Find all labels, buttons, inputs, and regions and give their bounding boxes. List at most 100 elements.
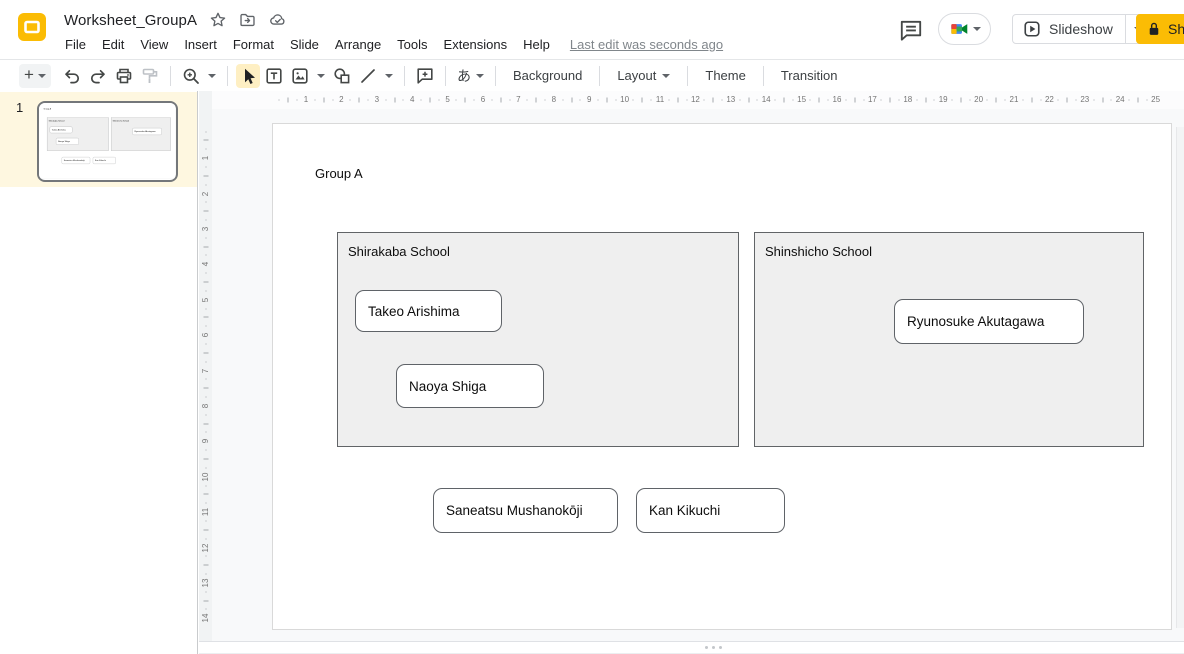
slide-page: Group A Shirakaba School Shinshicho Scho… (272, 123, 1172, 630)
name-card-takeo-arishima[interactable]: Takeo Arishima (355, 290, 502, 332)
menu-insert[interactable]: Insert (176, 35, 225, 54)
document-title[interactable]: Worksheet_GroupA (64, 12, 197, 29)
container-shirakaba-school[interactable]: Shirakaba School (337, 232, 739, 447)
menu-edit[interactable]: Edit (94, 35, 132, 54)
redo-button[interactable] (86, 64, 110, 88)
name-card-ryunosuke-akutagawa[interactable]: Ryunosuke Akutagawa (894, 299, 1084, 344)
cloud-saved-icon[interactable] (268, 11, 288, 29)
comment-add-icon (415, 66, 435, 86)
insert-comment-button[interactable] (413, 64, 437, 88)
toolbar-separator (227, 66, 228, 86)
menu-help[interactable]: Help (515, 35, 558, 54)
card-label: Ryunosuke Akutagawa (907, 314, 1044, 329)
layout-caret-icon (662, 74, 670, 78)
container-label: Shirakaba School (348, 244, 450, 259)
container-shirakaba-school: Shirakaba School (47, 118, 109, 151)
ruler-horizontal: 1234567891011121314151617181920212223242… (212, 91, 1184, 109)
insert-line-button[interactable] (356, 64, 380, 88)
image-caret-icon[interactable] (317, 74, 325, 78)
top-bar: Worksheet_GroupA File Edit View Insert F… (0, 0, 1184, 60)
undo-button[interactable] (60, 64, 84, 88)
slide-thumbnail[interactable]: Group A Shirakaba School Shinshicho Scho… (37, 101, 178, 182)
select-tool-button[interactable] (236, 64, 260, 88)
play-icon (1023, 20, 1041, 38)
zoom-icon (181, 66, 201, 86)
filmstrip-selected-row[interactable]: 1 Group A Shirakaba School Shinshicho Sc… (0, 92, 197, 187)
name-card-naoya-shiga[interactable]: Naoya Shiga (396, 364, 544, 408)
group-title-text[interactable]: Group A (315, 166, 363, 181)
menu-bar: File Edit View Insert Format Slide Arran… (57, 33, 723, 56)
zoom-button[interactable] (179, 64, 203, 88)
zoom-caret-icon[interactable] (208, 74, 216, 78)
undo-icon (62, 66, 82, 86)
toolbar-separator (404, 66, 405, 86)
toolbar-separator (445, 66, 446, 86)
text-box-button[interactable] (262, 64, 286, 88)
name-card-kan-kikuchi[interactable]: Kan Kikuchi (636, 488, 785, 533)
paint-format-button[interactable] (138, 64, 162, 88)
slide-thumbnail-preview: Group A Shirakaba School Shinshicho Scho… (37, 101, 175, 179)
comment-history-icon[interactable] (897, 18, 925, 44)
insert-shape-button[interactable] (330, 64, 354, 88)
lock-icon (1147, 21, 1161, 37)
menu-file[interactable]: File (57, 35, 94, 54)
share-label: Share (1168, 21, 1184, 37)
menu-tools[interactable]: Tools (389, 35, 435, 54)
text-box-icon (264, 66, 284, 86)
star-icon[interactable] (209, 11, 227, 29)
image-icon (290, 66, 310, 86)
name-card-kan-kikuchi: Kan Kikuchi (93, 157, 116, 164)
move-folder-icon[interactable] (238, 11, 257, 29)
toolbar-separator (687, 66, 688, 86)
shape-icon (332, 66, 352, 86)
new-slide-button[interactable]: + (19, 64, 51, 88)
group-title-text: Group A (44, 108, 51, 110)
slide-filmstrip: 1 Group A Shirakaba School Shinshicho Sc… (0, 91, 198, 654)
print-icon (114, 66, 134, 86)
notes-resize-handle-icon[interactable] (705, 646, 722, 649)
vertical-scrollbar[interactable] (1176, 127, 1184, 628)
menu-view[interactable]: View (132, 35, 176, 54)
name-card-saneatsu-mushanokoji[interactable]: Saneatsu Mushanokōji (433, 488, 618, 533)
menu-slide[interactable]: Slide (282, 35, 327, 54)
menu-extensions[interactable]: Extensions (436, 35, 516, 54)
line-icon (358, 66, 378, 86)
print-button[interactable] (112, 64, 136, 88)
cursor-icon (238, 66, 258, 86)
input-tools-glyph: あ (457, 66, 471, 86)
transition-button[interactable]: Transition (771, 64, 848, 87)
theme-button[interactable]: Theme (695, 64, 755, 87)
slideshow-button[interactable]: Slideshow (1012, 14, 1152, 44)
container-label: Shinshicho School (765, 244, 872, 259)
meet-icon (949, 20, 970, 38)
toolbar-separator (495, 66, 496, 86)
slides-logo-icon[interactable] (18, 13, 46, 41)
card-label: Takeo Arishima (368, 304, 460, 319)
ruler-corner (199, 91, 212, 109)
line-caret-icon[interactable] (385, 74, 393, 78)
card-label: Naoya Shiga (58, 140, 70, 142)
insert-image-button[interactable] (288, 64, 312, 88)
ruler-vertical: 1234567891011121314 (199, 109, 212, 641)
menu-arrange[interactable]: Arrange (327, 35, 389, 54)
name-card-ryunosuke-akutagawa: Ryunosuke Akutagawa (132, 128, 161, 135)
input-tools-button[interactable]: あ (453, 66, 488, 86)
card-label: Kan Kikuchi (95, 159, 106, 161)
slide-number: 1 (16, 100, 23, 115)
card-label: Saneatsu Mushanokōji (446, 503, 583, 518)
toolbar-separator (763, 66, 764, 86)
slide-canvas: Group A Shirakaba School Shinshicho Scho… (212, 109, 1184, 641)
container-label: Shinshicho School (113, 120, 129, 122)
last-edit-status[interactable]: Last edit was seconds ago (570, 37, 723, 52)
share-button[interactable]: Share (1136, 14, 1184, 44)
speaker-notes-splitter[interactable] (199, 641, 1184, 654)
menu-format[interactable]: Format (225, 35, 282, 54)
name-card-naoya-shiga: Naoya Shiga (56, 138, 79, 145)
card-label: Takeo Arishima (52, 129, 66, 131)
layout-button[interactable]: Layout (607, 64, 680, 87)
background-button[interactable]: Background (503, 64, 592, 87)
new-slide-caret-icon (38, 74, 46, 78)
toolbar: + (0, 60, 1184, 91)
redo-icon (88, 66, 108, 86)
meet-button[interactable] (938, 13, 991, 45)
